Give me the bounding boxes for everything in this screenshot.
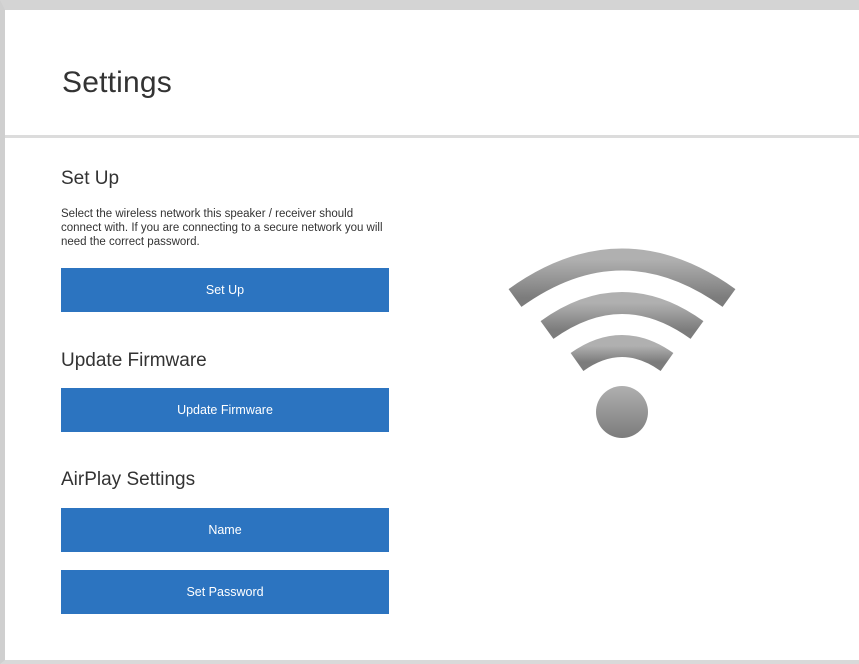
set-password-button[interactable]: Set Password [61, 570, 389, 614]
page-title: Settings [62, 66, 172, 99]
airplay-name-button[interactable]: Name [61, 508, 389, 552]
setup-section-title: Set Up [61, 168, 120, 189]
firmware-section-title: Update Firmware [61, 350, 207, 371]
wifi-arc-middle [540, 292, 704, 340]
wifi-dot [596, 386, 648, 438]
wifi-illustration [506, 243, 738, 441]
setup-description: Select the wireless network this speaker… [61, 208, 383, 248]
wifi-icon [508, 248, 736, 438]
header: Settings [5, 10, 859, 138]
setup-button[interactable]: Set Up [61, 268, 389, 312]
wifi-arc-inner [570, 335, 674, 372]
update-firmware-button[interactable]: Update Firmware [61, 388, 389, 432]
airplay-section-title: AirPlay Settings [61, 469, 196, 490]
